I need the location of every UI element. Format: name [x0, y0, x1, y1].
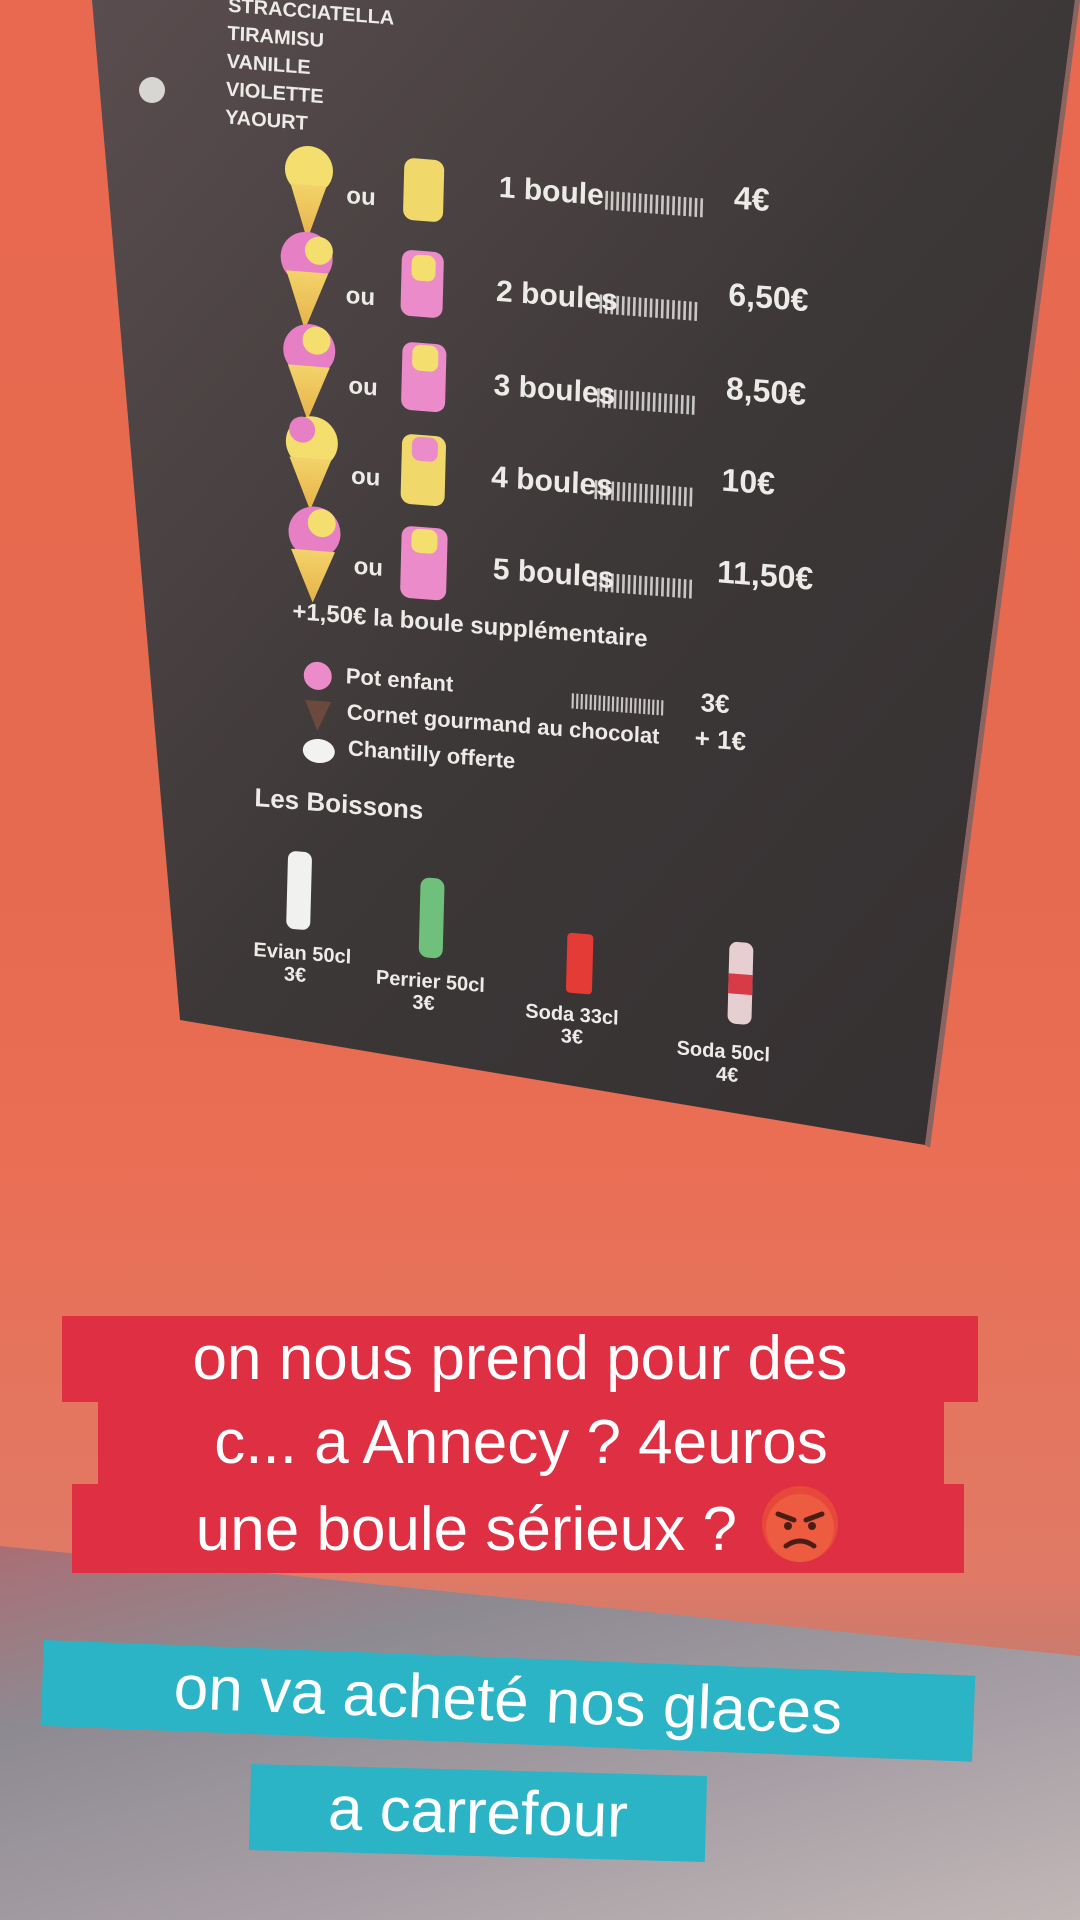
- water-bottle-icon: [286, 851, 312, 930]
- angry-face-emoji-icon: [762, 1486, 839, 1562]
- svg-text:ou: ou: [346, 182, 376, 211]
- caption-line: une boule sérieux ?: [72, 1484, 964, 1573]
- extra-price: + 1€: [694, 723, 746, 757]
- ice-cream-cup-icon: [403, 158, 445, 222]
- drink-price: 3€: [284, 963, 307, 987]
- svg-text:ou: ou: [351, 462, 381, 491]
- drink-price: 3€: [560, 1025, 583, 1049]
- soda-can-icon: [565, 932, 594, 995]
- drink-price: 3€: [412, 991, 435, 1015]
- perrier-bottle-icon: [418, 877, 445, 959]
- svg-text:ou: ou: [348, 372, 378, 401]
- svg-text:6,50€: 6,50€: [728, 276, 809, 318]
- screw-icon: [139, 77, 165, 103]
- caption-line: on nous prend pour des: [62, 1316, 978, 1402]
- svg-text:8,50€: 8,50€: [726, 370, 807, 412]
- svg-text:ou: ou: [353, 553, 383, 582]
- svg-text:4€: 4€: [734, 179, 771, 218]
- svg-text:10€: 10€: [721, 462, 775, 502]
- drink-price: 4€: [716, 1063, 739, 1087]
- caption-line: c... a Annecy ? 4euros: [98, 1400, 944, 1486]
- svg-text:11,50€: 11,50€: [717, 553, 814, 596]
- caption-line: a carrefour: [248, 1764, 708, 1862]
- menu-board-scene: STRACCIATELLA TIRAMISU VANILLE VIOLETTE …: [92, 0, 1080, 1148]
- extra-price: 3€: [700, 687, 730, 719]
- svg-text:ou: ou: [345, 282, 375, 311]
